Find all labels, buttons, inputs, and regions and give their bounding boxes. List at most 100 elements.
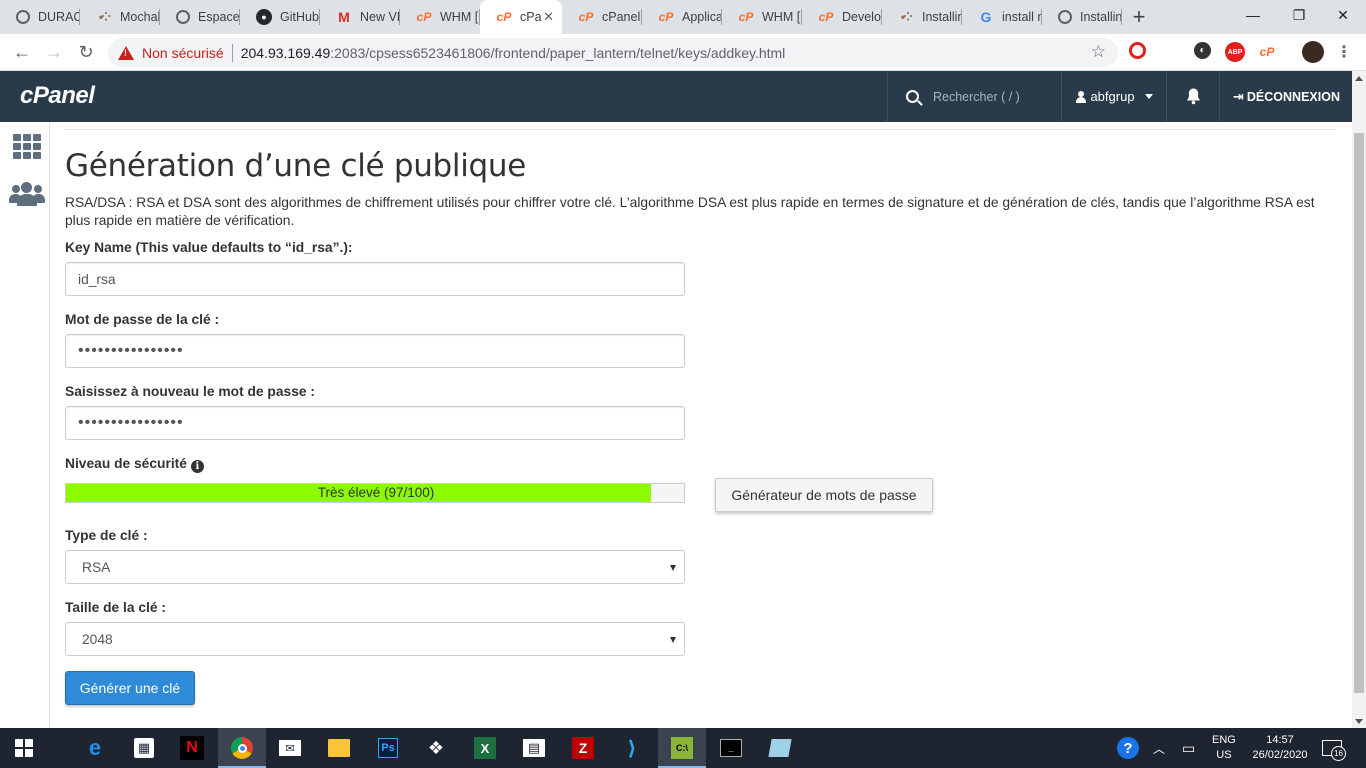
generate-key-button[interactable]: Générer une clé xyxy=(65,671,195,705)
dark-reader-icon[interactable]: ◐ xyxy=(1194,42,1211,59)
netflix-icon[interactable]: N xyxy=(168,728,216,768)
vscode-icon[interactable]: ⟩ xyxy=(608,728,656,768)
gmail-icon: M xyxy=(338,9,350,25)
cmd-icon[interactable]: _ xyxy=(707,728,755,768)
info-icon[interactable]: i xyxy=(190,460,204,473)
clock-time: 14:57 xyxy=(1266,734,1294,746)
key-size-select[interactable]: 2048 xyxy=(65,622,685,656)
strength-meter: Très élevé (97/100) xyxy=(65,483,685,503)
dropdown-arrow-icon xyxy=(670,637,676,643)
start-button[interactable] xyxy=(0,728,48,768)
key-type-value: RSA xyxy=(82,559,111,575)
bookmark-star-icon[interactable]: ☆ xyxy=(1091,42,1106,62)
minimize-icon[interactable]: — xyxy=(1230,0,1276,30)
user-menu[interactable]: abfgrup xyxy=(1063,71,1167,122)
apps-grid-icon[interactable] xyxy=(13,134,42,159)
search-input[interactable] xyxy=(933,89,1043,104)
key-type-select[interactable]: RSA xyxy=(65,550,685,584)
browser-tab[interactable]: cP Develo xyxy=(802,0,882,34)
password-input[interactable] xyxy=(65,334,685,368)
notification-center-icon[interactable]: 16 xyxy=(1322,728,1346,768)
page-scrollbar[interactable] xyxy=(1352,71,1366,728)
address-bar[interactable]: ! Non sécurisé 204.93.169.49:2083/cpsess… xyxy=(108,38,1118,67)
key-size-value: 2048 xyxy=(82,631,113,647)
dropbox-icon[interactable]: ❖ xyxy=(412,728,460,768)
opera-icon[interactable] xyxy=(1129,42,1146,59)
google-icon: G xyxy=(980,9,992,25)
browser-tab[interactable]: ● GitHub xyxy=(240,0,320,34)
tray-expand-icon[interactable]: ︿ xyxy=(1153,728,1165,768)
browser-tab[interactable]: MNew VP xyxy=(320,0,400,34)
reload-icon[interactable]: ↻ xyxy=(70,36,102,68)
browser-tab[interactable]: •⁘Mochah xyxy=(80,0,160,34)
browser-tab[interactable]: cP WHM [ xyxy=(722,0,802,34)
battery-icon[interactable]: ▭ xyxy=(1182,728,1195,768)
search-icon xyxy=(906,90,919,103)
globe-icon xyxy=(16,10,30,24)
back-icon[interactable]: ← xyxy=(6,36,38,68)
filezilla-icon[interactable]: Z xyxy=(559,728,607,768)
notepad-icon[interactable] xyxy=(756,728,804,768)
new-tab-button[interactable]: + xyxy=(1122,0,1156,34)
logout-button[interactable]: ⇥ DÉCONNEXION xyxy=(1221,71,1352,122)
key-name-label: Key Name (This value defaults to “id_rsa… xyxy=(65,240,353,255)
browser-tab[interactable]: •⁘ Installin xyxy=(882,0,962,34)
users-icon[interactable] xyxy=(9,182,45,206)
scroll-up-icon[interactable] xyxy=(1355,76,1363,81)
username: abfgrup xyxy=(1090,89,1135,104)
page-title: Génération d’une clé publique xyxy=(65,148,527,184)
help-icon[interactable]: ? xyxy=(1117,728,1139,768)
scroll-thumb[interactable] xyxy=(1354,133,1364,693)
cpanel-icon[interactable]: cP xyxy=(1257,42,1277,62)
video-editor-icon[interactable]: ▤ xyxy=(510,728,558,768)
restore-icon[interactable]: ❐ xyxy=(1276,0,1322,30)
browser-tab[interactable]: DURAC xyxy=(0,0,80,34)
edge-icon[interactable]: e xyxy=(71,728,119,768)
clock[interactable]: 14:57 26/02/2020 xyxy=(1247,728,1313,768)
browser-tab[interactable]: Espace xyxy=(160,0,240,34)
browser-toolbar: ← → ↻ ! Non sécurisé 204.93.169.49:2083/… xyxy=(0,34,1366,71)
browser-tab-strip: DURAC •⁘Mochah Espace ●GitHub MNew VP cP… xyxy=(0,0,1366,34)
notification-count: 16 xyxy=(1331,746,1346,761)
password-confirm-label: Saisissez à nouveau le mot de passe : xyxy=(65,384,315,399)
browser-tab[interactable]: cPcPanel f xyxy=(562,0,642,34)
chrome-icon[interactable] xyxy=(218,728,266,768)
file-explorer-icon[interactable] xyxy=(315,728,363,768)
algorithm-description: RSA/DSA : RSA et DSA sont des algorithme… xyxy=(65,195,1315,228)
scroll-down-icon[interactable] xyxy=(1355,719,1363,724)
store-icon[interactable]: ▦ xyxy=(120,728,168,768)
browser-tab[interactable]: cP WHM [ xyxy=(400,0,480,34)
password-confirm-input[interactable] xyxy=(65,406,685,440)
close-tab-icon[interactable]: ✕ xyxy=(543,9,554,25)
browser-tab[interactable]: cP Applica xyxy=(642,0,722,34)
password-generator-button[interactable]: Générateur de mots de passe xyxy=(715,478,933,512)
browser-tab[interactable]: Installin xyxy=(1042,0,1122,34)
cpanel-logo[interactable]: cPanel xyxy=(20,82,95,110)
search-box[interactable] xyxy=(887,71,1062,122)
globe-icon xyxy=(1058,10,1072,24)
key-size-label: Taille de la clé : xyxy=(65,600,166,615)
cpanel-icon: cP xyxy=(416,10,432,24)
browser-tab[interactable]: Ginstall n xyxy=(962,0,1042,34)
excel-icon[interactable]: X xyxy=(461,728,509,768)
adblock-icon[interactable]: ABP xyxy=(1225,42,1245,62)
terminal-app-icon[interactable]: C:\ xyxy=(658,728,706,768)
close-window-icon[interactable]: ✕ xyxy=(1320,0,1366,30)
cpanel-icon: cP xyxy=(578,10,594,24)
key-name-input[interactable] xyxy=(65,262,685,296)
cpanel-header: cPanel abfgrup ⇥ DÉCONNEXION xyxy=(0,71,1352,122)
language-code: ENG xyxy=(1212,734,1236,746)
language-indicator[interactable]: ENG US xyxy=(1212,728,1236,768)
profile-avatar[interactable] xyxy=(1302,41,1324,63)
photoshop-icon[interactable]: Ps xyxy=(364,728,412,768)
mail-icon[interactable]: ✉ xyxy=(266,728,314,768)
forward-icon[interactable]: → xyxy=(38,36,70,68)
browser-tab-active[interactable]: cP cPa ✕ xyxy=(480,0,562,34)
menu-icon[interactable]: ⋮ xyxy=(1334,42,1354,62)
globe-icon xyxy=(176,10,190,24)
main-content: Génération d’une clé publique RSA/DSA : … xyxy=(51,122,1352,728)
dots-icon: •⁘ xyxy=(98,10,111,24)
notifications-bell-icon[interactable] xyxy=(1168,71,1220,122)
cpanel-sidebar xyxy=(0,122,50,728)
strength-label-row: Niveau de sécurité i xyxy=(65,456,204,473)
